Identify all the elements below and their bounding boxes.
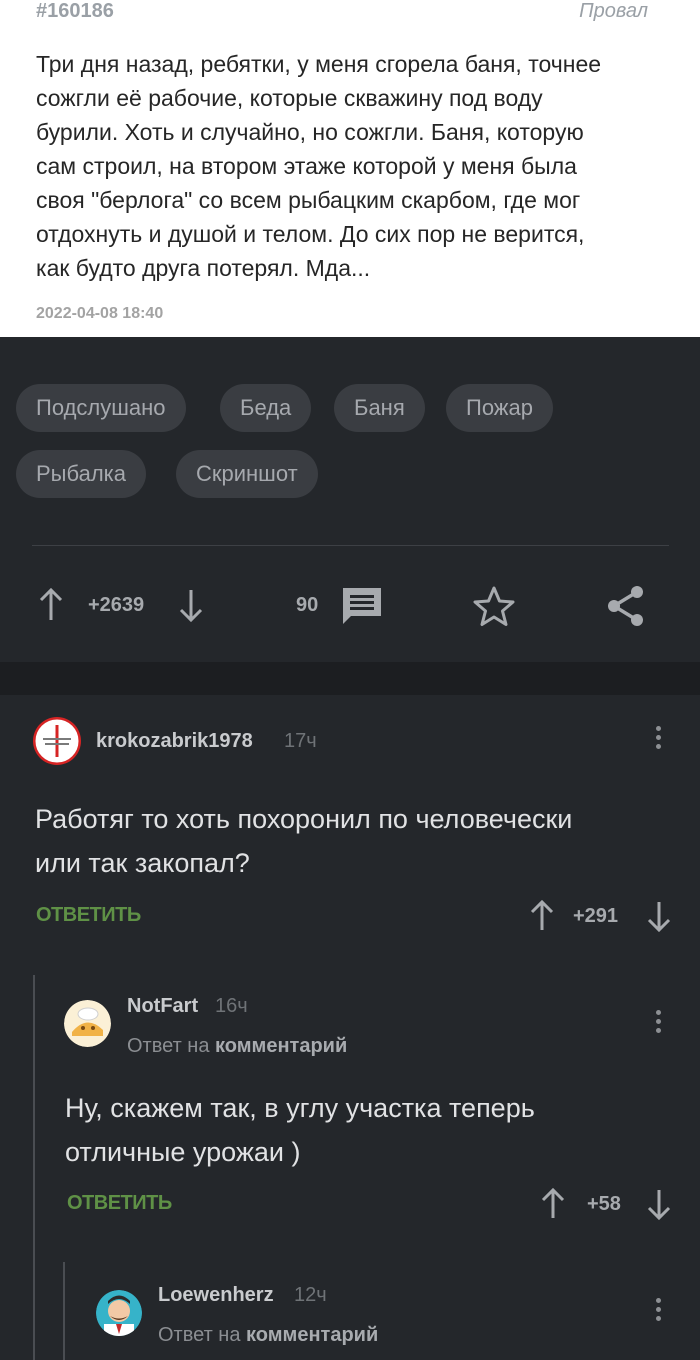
reply-to-prefix: Ответ на (158, 1324, 241, 1346)
story-id[interactable]: #160186 (36, 0, 114, 23)
comment-time: 17ч (284, 730, 317, 752)
upvote-icon[interactable] (38, 587, 64, 627)
comment-text: Работяг то хоть похоронил по человечески… (35, 804, 573, 878)
comment-username[interactable]: Loewenherz (158, 1284, 274, 1307)
share-icon[interactable] (606, 584, 646, 633)
comment-username[interactable]: krokozabrik1978 (96, 730, 253, 753)
comment-time: 12ч (294, 1284, 327, 1306)
tag-beda[interactable]: Беда (220, 384, 312, 432)
reply-to-link[interactable]: Ответ на комментарий (127, 1035, 347, 1058)
avatar-notfart[interactable] (64, 1000, 111, 1047)
tag-podslushano[interactable]: Подслушано (16, 384, 186, 432)
more-options-icon[interactable] (655, 1010, 663, 1037)
comment-downvote-icon[interactable] (646, 900, 672, 937)
avatar-loewenherz[interactable] (96, 1290, 142, 1336)
comment-text: Ну, скажем так, в углу участка теперь от… (65, 1093, 535, 1167)
story-category[interactable]: Провал (579, 0, 648, 23)
tag-skrinshot[interactable]: Скриншот (176, 450, 318, 498)
reply-to-link[interactable]: Ответ на комментарий (158, 1324, 378, 1347)
comment-upvote-icon[interactable] (540, 1187, 566, 1225)
reply-button[interactable]: ОТВЕТИТЬ (36, 904, 141, 927)
comment-upvote-icon[interactable] (529, 899, 555, 937)
comment-rating: +58 (587, 1193, 621, 1215)
story-rating: +2639 (88, 594, 145, 616)
section-separator (0, 662, 700, 695)
more-options-icon[interactable] (655, 1298, 663, 1325)
divider (32, 545, 669, 546)
thread-line (63, 1262, 65, 1360)
story-text: Три дня назад, ребятки, у меня сгорела б… (36, 51, 602, 281)
downvote-icon[interactable] (178, 588, 204, 627)
reply-button[interactable]: ОТВЕТИТЬ (67, 1192, 172, 1215)
reply-to-target[interactable]: комментарий (215, 1035, 347, 1057)
tag-rybalka[interactable]: Рыбалка (16, 450, 146, 498)
comment-username[interactable]: NotFart (127, 995, 198, 1018)
thread-line (33, 975, 35, 1360)
comments-icon[interactable] (341, 586, 383, 631)
reply-to-target[interactable]: комментарий (246, 1324, 378, 1346)
comment-rating: +291 (573, 905, 619, 927)
more-options-icon[interactable] (655, 726, 663, 753)
comment-time: 16ч (215, 995, 248, 1017)
comments-count[interactable]: 90 (296, 594, 318, 617)
star-icon[interactable] (472, 585, 516, 632)
tag-pozhar[interactable]: Пожар (446, 384, 553, 432)
comment-downvote-icon[interactable] (646, 1188, 672, 1225)
tag-banya[interactable]: Баня (334, 384, 425, 432)
avatar-krokozabrik1978[interactable] (33, 717, 81, 765)
reply-to-prefix: Ответ на (127, 1035, 210, 1057)
story-card: #160186 Провал Три дня назад, ребятки, у… (0, 0, 700, 337)
story-date: 2022-04-08 18:40 (36, 305, 164, 322)
